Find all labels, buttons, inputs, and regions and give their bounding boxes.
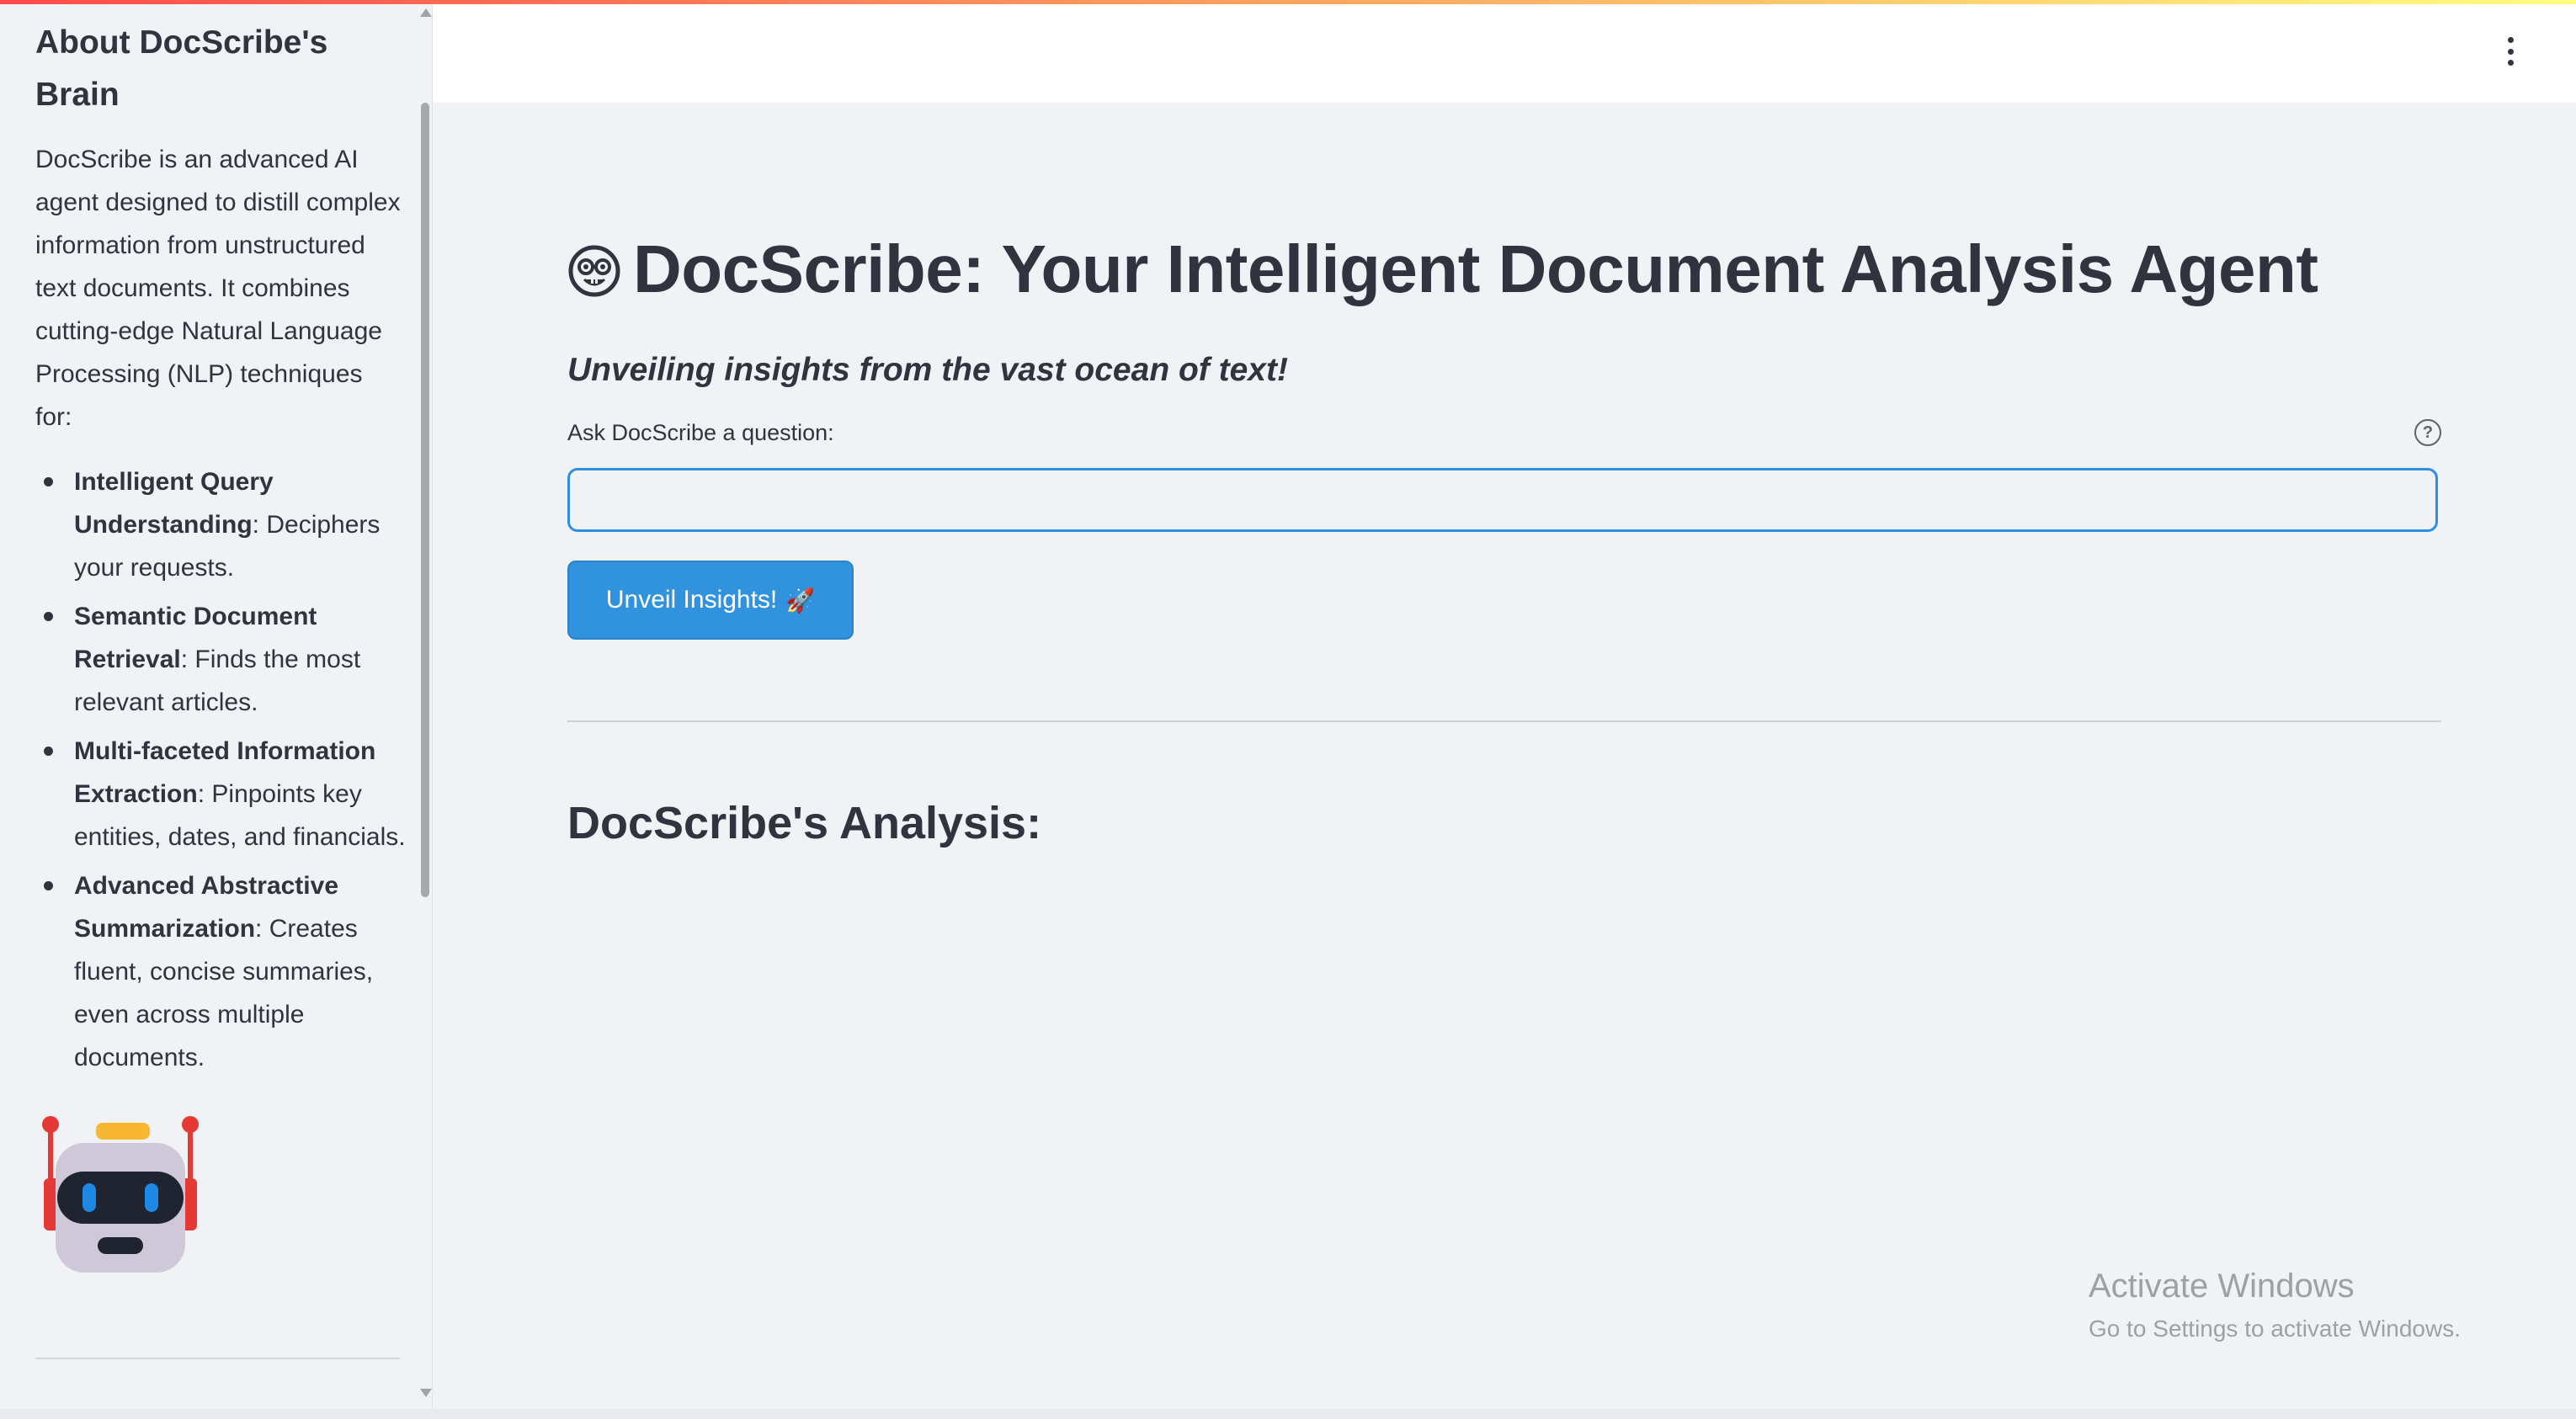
title-row: DocScribe: Your Intelligent Document Ana… (567, 202, 2441, 337)
question-circle-icon[interactable]: ? (2414, 419, 2441, 446)
scroll-down-arrow-icon[interactable] (420, 1389, 432, 1397)
window-bottom-edge (0, 1409, 2576, 1419)
analysis-heading: DocScribe's Analysis: (567, 798, 1042, 848)
feature-item-retrieval: Semantic Document Retrieval: Finds the m… (44, 595, 406, 724)
bullet (44, 612, 53, 621)
bullet (44, 881, 53, 890)
feature-term: Intelligent Query Understanding (74, 468, 274, 539)
bullet (44, 477, 53, 486)
sidebar: About DocScribe's Brain DocScribe is an … (0, 0, 433, 1419)
feature-item-extraction: Multi-faceted Information Extraction: Pi… (44, 730, 406, 858)
feature-item-summarization: Advanced Abstractive Summarization: Crea… (44, 864, 406, 1079)
bullet (44, 747, 53, 756)
unveil-insights-button[interactable]: Unveil Insights! 🚀 (567, 561, 854, 640)
button-label: Unveil Insights! (605, 586, 778, 614)
scroll-up-arrow-icon[interactable] (420, 8, 432, 17)
sidebar-description: DocScribe is an advanced AI agent design… (35, 146, 401, 431)
rocket-icon: 🚀 (785, 587, 816, 614)
kebab-menu-icon[interactable] (2504, 37, 2516, 66)
watermark-subtitle: Go to Settings to activate Windows. (2089, 1315, 2461, 1342)
sidebar-title: About DocScribe's Brain (35, 24, 328, 113)
feature-item-query: Intelligent Query Understanding: Deciphe… (44, 460, 406, 589)
question-label: Ask DocScribe a question: (567, 420, 834, 445)
top-decoration-bar (0, 0, 2576, 4)
windows-activation-watermark: Activate Windows Go to Settings to activ… (2089, 1261, 2461, 1347)
sidebar-divider (35, 1358, 400, 1359)
section-divider (567, 720, 2441, 722)
main-content: DocScribe: Your Intelligent Document Ana… (567, 202, 2441, 857)
question-label-row: Ask DocScribe a question: ? (567, 412, 2441, 453)
page-subtitle: Unveiling insights from the vast ocean o… (567, 352, 1288, 388)
scrollbar-thumb[interactable] (421, 103, 429, 897)
watermark-title: Activate Windows (2089, 1268, 2355, 1305)
feature-list: Intelligent Query Understanding: Deciphe… (35, 460, 406, 1079)
sidebar-scrollbar[interactable] (419, 0, 433, 1419)
question-input[interactable] (567, 468, 2438, 532)
sidebar-content: About DocScribe's Brain DocScribe is an … (35, 17, 406, 1085)
app-header (433, 0, 2576, 103)
nerd-face-icon (568, 245, 620, 297)
page-title: DocScribe: Your Intelligent Document Ana… (633, 231, 2318, 306)
robot-icon (39, 1111, 207, 1279)
